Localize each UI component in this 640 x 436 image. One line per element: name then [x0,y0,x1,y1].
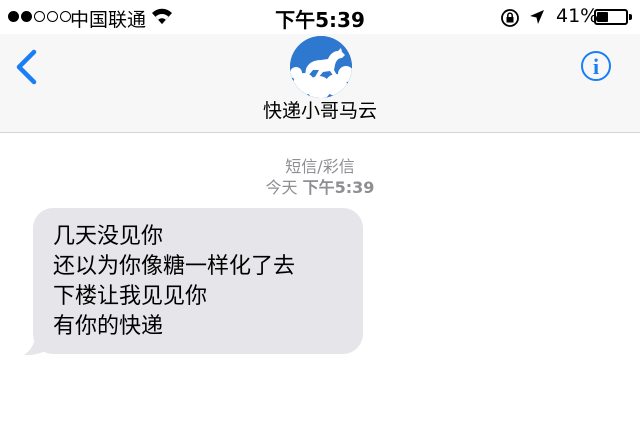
battery-fill [597,12,608,22]
message-line: 下楼让我见见你 [53,284,208,309]
timestamp-day: 今天 [265,178,298,197]
horse-cloud-avatar-icon [290,36,352,98]
message-line: 有你的快递 [53,314,164,339]
battery-tip [629,14,632,20]
message-line: 几天没见你 [53,224,164,249]
message-timestamp: 今天 下午5:39 [0,174,640,198]
status-bar: 中国联通 下午5:39 41% [0,0,640,34]
location-arrow-icon [530,10,544,24]
battery-percent: 41% [556,5,599,27]
message-line: 还以为你像糖一样化了去 [53,254,296,279]
incoming-message-bubble[interactable]: 几天没见你 还以为你像糖一样化了去 下楼让我见见你 有你的快递 [33,208,363,354]
info-icon[interactable]: i [581,51,611,81]
chevron-left-icon[interactable] [14,48,38,86]
contact-avatar[interactable] [290,36,352,98]
battery-icon [594,9,632,25]
contact-name[interactable]: 快递小哥马云 [0,96,640,123]
timestamp-time: 下午5:39 [302,178,375,197]
conversation-header: 快递小哥马云 i [0,34,640,133]
rotation-lock-icon [501,9,519,27]
